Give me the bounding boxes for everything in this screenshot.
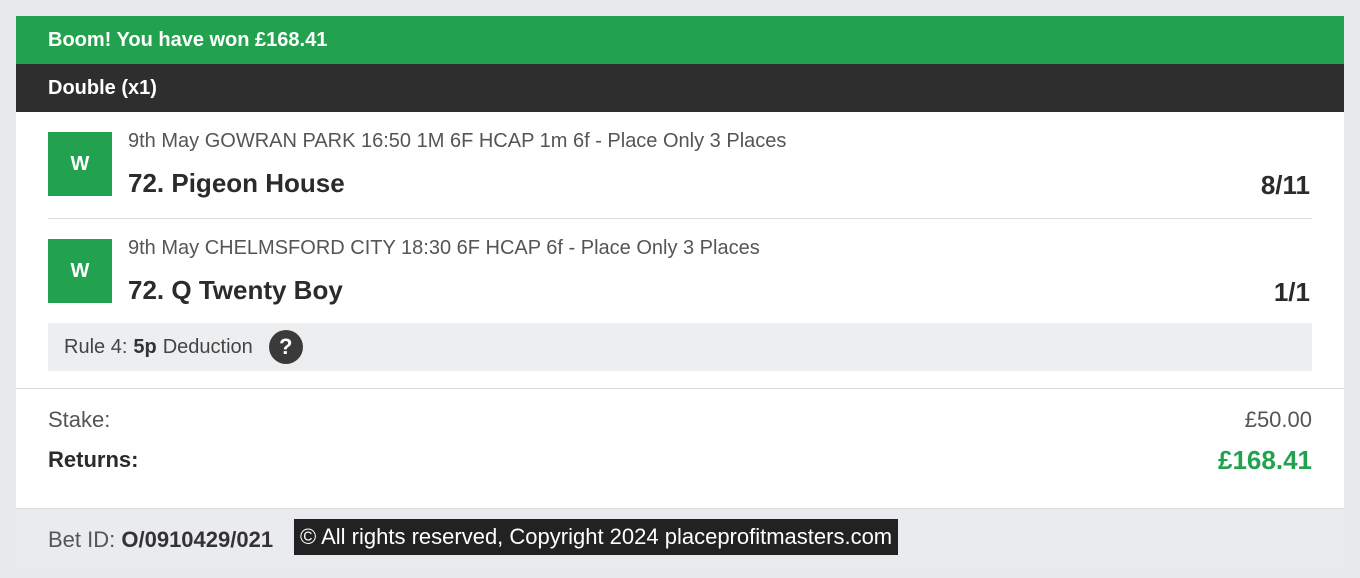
leg-selection: 72. Q Twenty Boy [128,275,343,305]
bet-id: Bet ID: O/0910429/021 [48,527,273,553]
help-icon[interactable]: ? [268,330,303,364]
leg-odds: 8/11 [1260,170,1310,200]
rule4-suffix: Deduction [162,335,253,358]
bet-leg: W 9th May GOWRAN PARK 16:50 1M 6F HCAP 1… [48,112,1312,219]
copyright-watermark: © All rights reserved, Copyright 2024 pl… [294,519,899,555]
win-banner-text: Boom! You have won £168.41 [48,28,328,51]
bet-type-header: Double (x1) [16,64,1344,112]
bet-legs: W 9th May GOWRAN PARK 16:50 1M 6F HCAP 1… [16,112,1344,323]
bet-id-label: Bet ID: [48,527,116,552]
bet-receipt-card: Boom! You have won £168.41 Double (x1) W… [16,16,1344,569]
rule4-amount: 5p [133,335,157,358]
leg-description: 9th May CHELMSFORD CITY 18:30 6F HCAP 6f… [128,237,760,259]
rule4-deduction: Rule 4: 5p Deduction ? [48,323,1312,371]
leg-odds: 1/1 [1273,277,1310,307]
stake-value: £50.00 [1244,407,1312,432]
leg-selection: 72. Pigeon House [128,168,345,198]
receipt-footer: Bet ID: O/0910429/021 © All rights reser… [16,508,1344,569]
win-status-badge: W [48,132,112,196]
returns-value: £168.41 [1218,445,1312,475]
bet-type-label: Double (x1) [48,76,157,99]
rule4-prefix: Rule 4: [64,335,128,358]
returns-label: Returns: [48,447,139,472]
leg-description: 9th May GOWRAN PARK 16:50 1M 6F HCAP 1m … [128,130,787,152]
win-banner: Boom! You have won £168.41 [16,16,1344,64]
bet-id-value: O/0910429/021 [121,527,274,552]
win-status-badge: W [48,239,112,303]
bet-totals: Stake: £50.00 Returns: £168.41 [16,389,1344,489]
bet-leg: W 9th May CHELMSFORD CITY 18:30 6F HCAP … [48,219,1312,323]
stake-label: Stake: [48,407,111,432]
